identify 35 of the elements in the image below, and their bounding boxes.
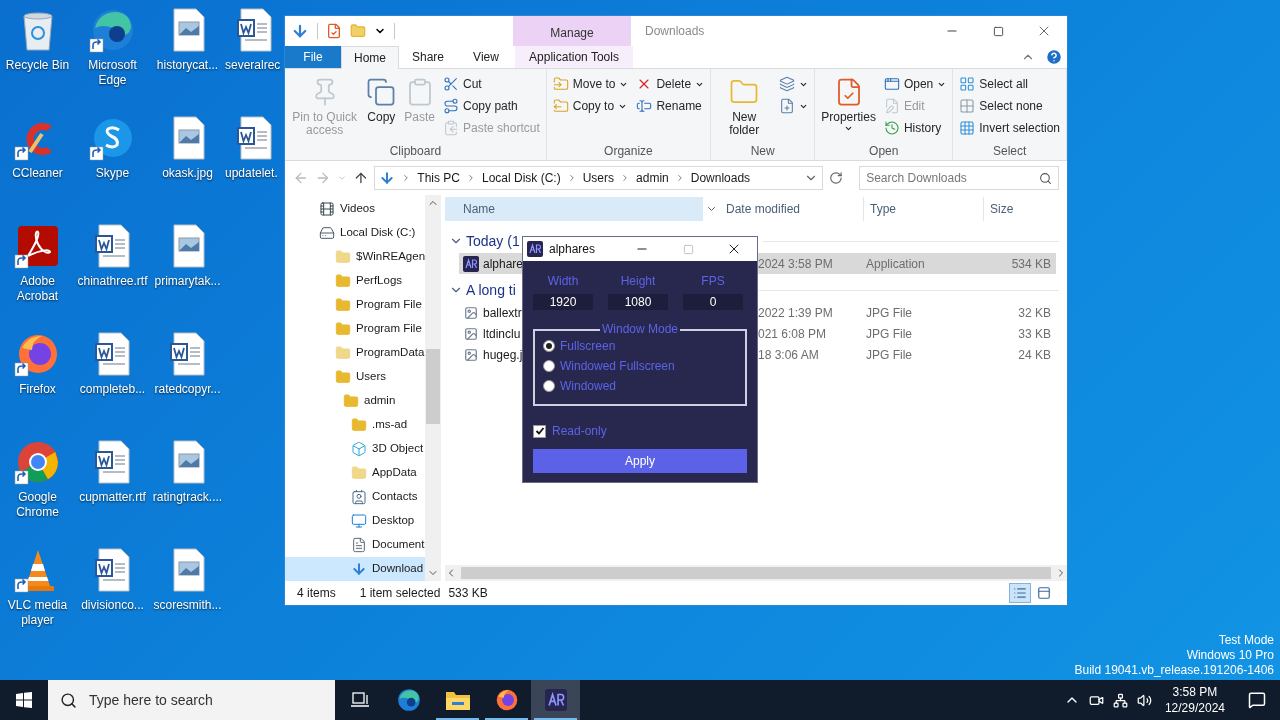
item-count: 4 items <box>297 585 336 602</box>
field-label: Width <box>547 274 579 289</box>
ribbon-group-label: Clipboard <box>388 143 443 160</box>
file-name: ballextr <box>483 304 522 322</box>
file-type: Application <box>865 255 926 273</box>
group-header: A long ti <box>466 280 516 300</box>
file-date: 021 6:08 PM <box>757 325 828 343</box>
file-name: ltdinclu <box>483 325 521 343</box>
file-date: 2024 3:58 PM <box>757 255 834 273</box>
field-label: Height <box>620 274 656 289</box>
file-size: 32 KB <box>1017 304 1052 322</box>
file-type: JPG File <box>865 346 913 364</box>
file-date: 18 3:06 AM <box>757 346 820 364</box>
ribbon-group-label: New <box>749 143 776 160</box>
file-date: 2022 1:39 PM <box>757 304 834 322</box>
dialog-title: alphares <box>549 241 596 258</box>
file-size: 24 KB <box>1017 346 1052 364</box>
file-type: JPG File <box>865 325 913 343</box>
file-type: JPG File <box>865 304 913 322</box>
file-size: 33 KB <box>1017 325 1052 343</box>
field-label: FPS <box>701 274 725 289</box>
selection-size: 533 KB <box>448 585 488 602</box>
ribbon-group-label: Select <box>991 143 1028 160</box>
system-notice-text: Build 19041.vb_release.191206-1406 <box>1074 663 1274 678</box>
system-notice-text: Windows 10 Pro <box>1186 648 1274 663</box>
file-name: alphare <box>483 255 524 273</box>
selection-count: 1 item selected <box>359 585 441 602</box>
context-tab-header: Manage <box>513 16 631 46</box>
file-name: hugeg.j <box>483 346 523 364</box>
ribbon-group-label: Open <box>868 143 900 160</box>
window-title: Downloads <box>645 23 705 40</box>
system-notice-text: Test Mode <box>1218 633 1274 648</box>
group-header: Today (1 <box>466 231 520 251</box>
file-size: 534 KB <box>1010 255 1052 273</box>
ribbon-group-label: Organize <box>603 143 654 160</box>
